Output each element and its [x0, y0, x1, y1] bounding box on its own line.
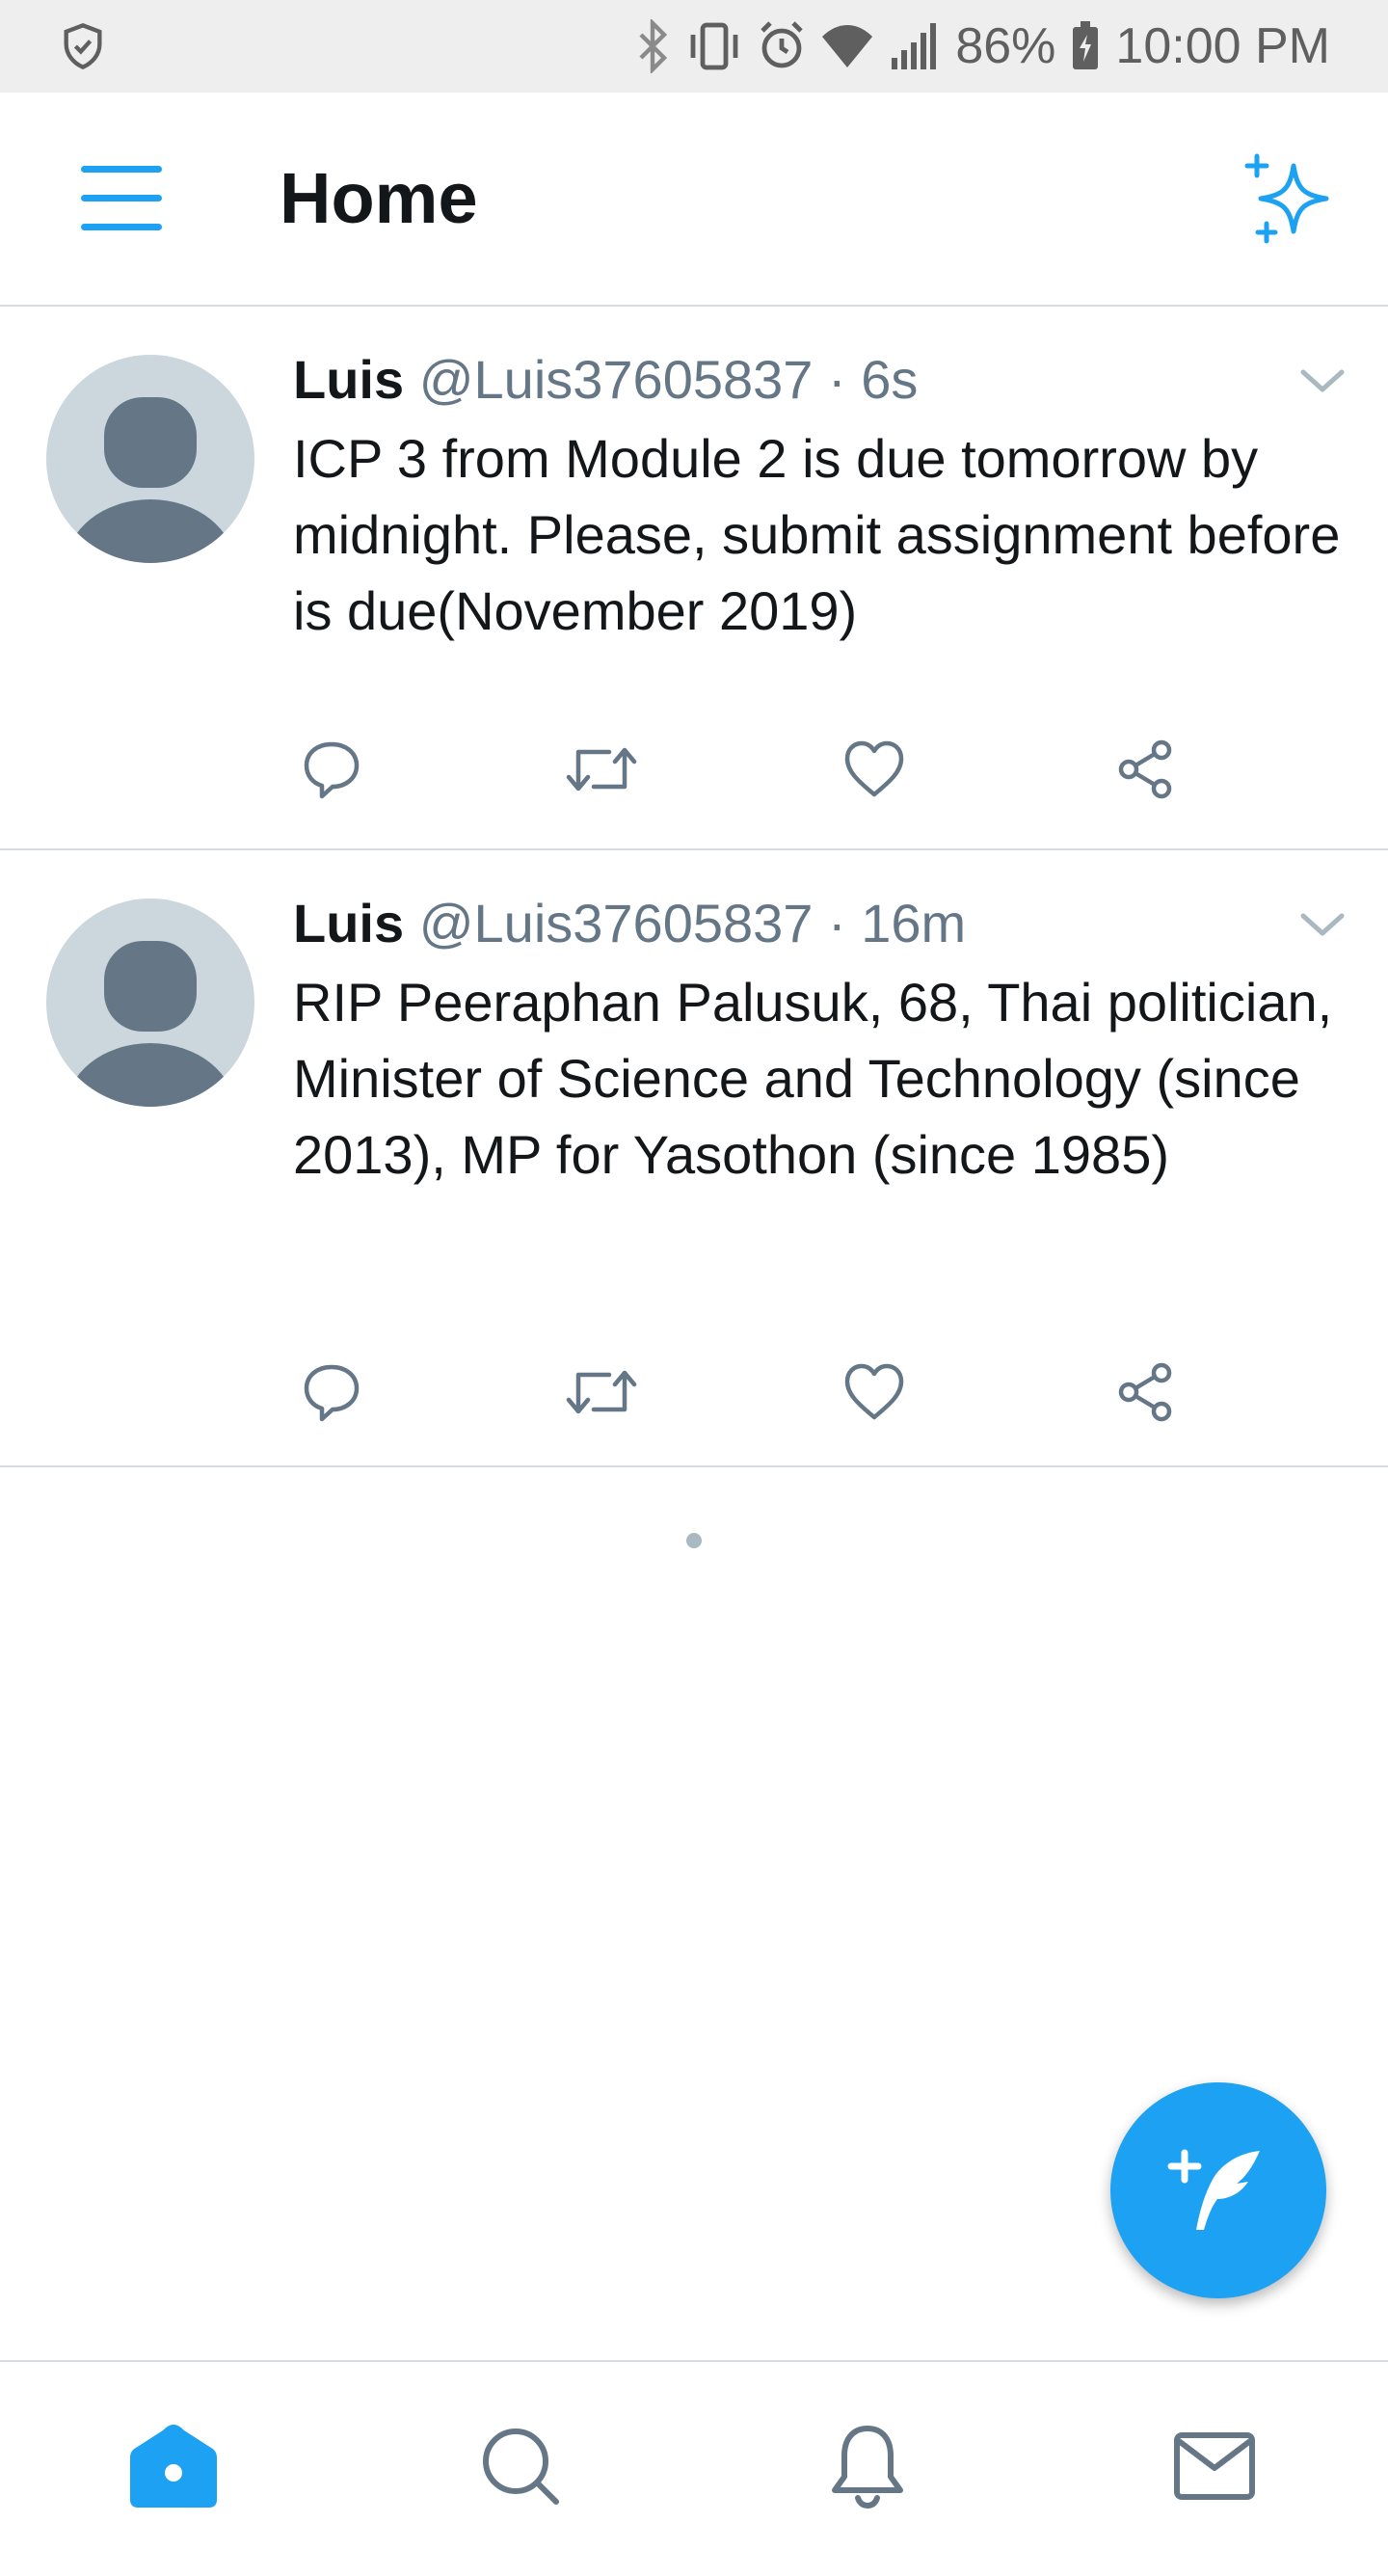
heart-icon: [844, 1363, 904, 1420]
chevron-down-icon[interactable]: [1299, 908, 1346, 941]
sparkle-icon[interactable]: [1243, 152, 1340, 245]
reply-icon: [304, 1364, 360, 1422]
reply-button[interactable]: [293, 731, 370, 808]
tweet-text: ICP 3 from Module 2 is due tomorrow by m…: [293, 428, 1341, 641]
retweet-icon: [566, 1370, 637, 1414]
chevron-down-icon[interactable]: [1299, 364, 1346, 397]
reply-icon: [304, 741, 360, 799]
default-avatar-icon: [66, 941, 235, 1107]
author-name[interactable]: Luis: [293, 349, 404, 410]
tweet-timestamp: 16m: [861, 893, 967, 953]
bottom-navigation: [0, 2360, 1388, 2576]
tweet-text: RIP Peeraphan Palusuk, 68, Thai politici…: [293, 972, 1333, 1185]
bluetooth-icon: [639, 19, 668, 73]
tweet-card[interactable]: Luis @Luis37605837 · 16m RIP Peeraphan P…: [0, 850, 1388, 1467]
separator: ·: [827, 349, 846, 410]
nav-home[interactable]: [125, 2418, 222, 2514]
compose-tweet-icon: [1167, 2149, 1260, 2230]
avatar[interactable]: [46, 899, 254, 1107]
page-title: Home: [280, 158, 478, 238]
nav-notifications[interactable]: [819, 2418, 916, 2514]
status-time: 10:00 PM: [1115, 18, 1330, 74]
vibrate-icon: [690, 22, 738, 70]
tweet-timestamp: 6s: [861, 349, 919, 410]
battery-charging-icon: [1073, 21, 1099, 69]
author-handle[interactable]: @Luis37605837: [419, 349, 814, 410]
like-button[interactable]: [836, 731, 913, 808]
shield-icon: [64, 23, 102, 70]
heart-icon: [844, 740, 904, 797]
avatar[interactable]: [46, 355, 254, 563]
notifications-icon: [832, 2426, 903, 2509]
share-icon: [1118, 1362, 1172, 1422]
like-button[interactable]: [836, 1354, 913, 1431]
default-avatar-icon: [66, 397, 235, 563]
wifi-icon: [822, 25, 873, 67]
author-handle[interactable]: @Luis37605837: [419, 893, 814, 953]
reply-button[interactable]: [293, 1354, 370, 1431]
share-button[interactable]: [1108, 1354, 1185, 1431]
status-icons: 86% 10:00 PM: [633, 0, 1330, 93]
home-icon: [130, 2425, 217, 2508]
retweet-button[interactable]: [563, 731, 640, 808]
retweet-button[interactable]: [563, 1354, 640, 1431]
signal-icon: [892, 23, 937, 69]
tweet-actions: [0, 1354, 1388, 1431]
status-bar: 86% 10:00 PM: [0, 0, 1388, 93]
messages-icon: [1174, 2432, 1255, 2500]
hamburger-menu-icon[interactable]: [79, 162, 166, 235]
tweet-actions: [0, 731, 1388, 808]
author-name[interactable]: Luis: [293, 893, 404, 953]
alarm-icon: [761, 21, 804, 68]
nav-messages[interactable]: [1166, 2418, 1263, 2514]
loading-indicator: [686, 1533, 702, 1548]
nav-search[interactable]: [472, 2418, 569, 2514]
battery-percent: 86%: [955, 18, 1056, 74]
tweet-header: Luis @Luis37605837 · 6s: [293, 345, 918, 415]
compose-tweet-button[interactable]: [1110, 2082, 1326, 2298]
retweet-icon: [566, 747, 637, 792]
app-header: Home: [0, 93, 1388, 307]
tweet-header: Luis @Luis37605837 · 16m: [293, 889, 966, 958]
share-button[interactable]: [1108, 731, 1185, 808]
share-icon: [1118, 739, 1172, 799]
tweet-card[interactable]: Luis @Luis37605837 · 6s ICP 3 from Modul…: [0, 307, 1388, 850]
separator: ·: [827, 893, 846, 953]
search-icon: [483, 2428, 559, 2505]
